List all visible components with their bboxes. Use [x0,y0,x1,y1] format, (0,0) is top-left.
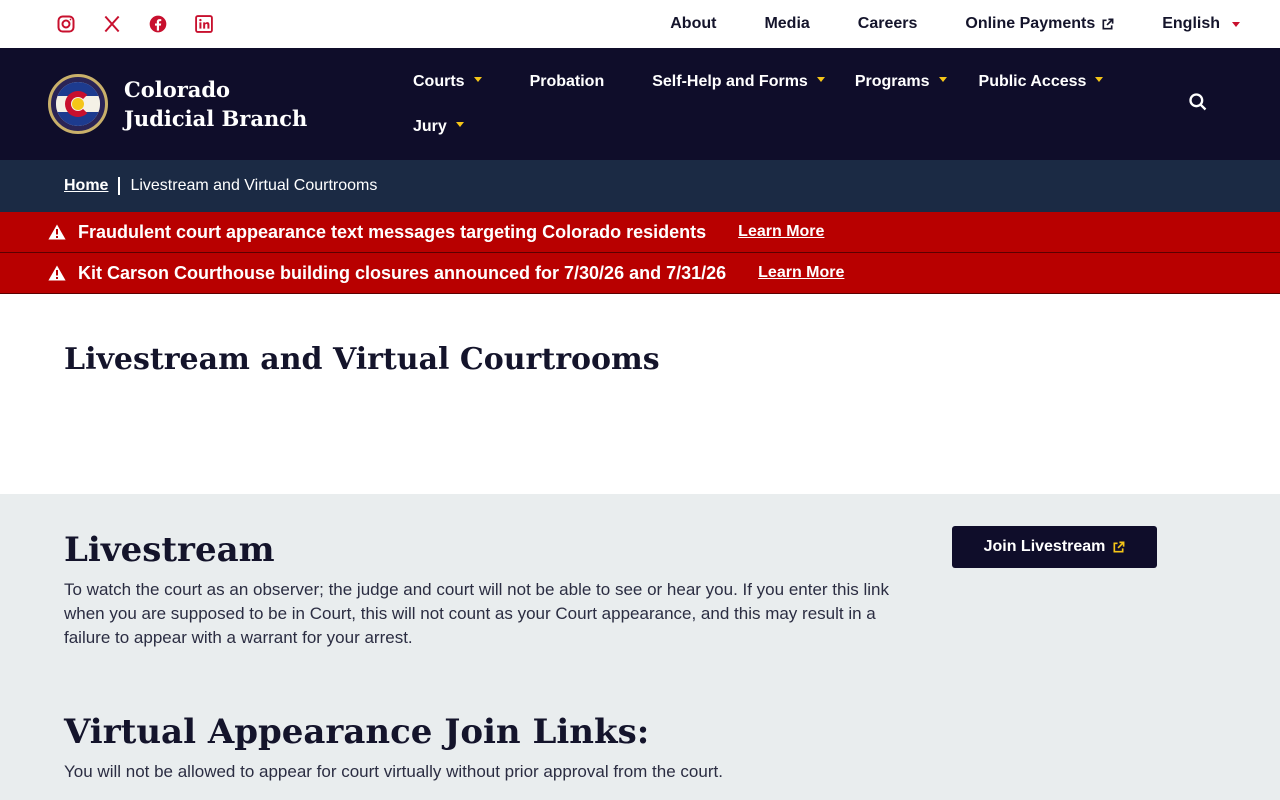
nav-label: Public Access [978,73,1087,90]
chevron-down-icon [816,77,825,82]
alert-message: Kit Carson Courthouse building closures … [78,262,727,283]
main-navigation: Colorado Judicial Branch Courts Probatio… [0,48,1280,160]
breadcrumb-divider [118,177,121,195]
breadcrumb: Home Livestream and Virtual Courtrooms [0,160,1280,212]
chevron-down-icon [1095,77,1104,82]
chevron-down-icon [938,77,947,82]
language-label: English [1162,15,1220,32]
careers-link[interactable]: Careers [858,15,918,33]
alert-banner: Fraudulent court appearance text message… [0,212,1280,253]
nav-label: Self-Help and Forms [652,73,808,90]
alert-learn-more-link[interactable]: Learn More [758,264,844,282]
facebook-icon[interactable] [148,14,168,34]
court-seal-logo [48,74,108,134]
nav-item-public-access[interactable]: Public Access [979,70,1104,114]
nav-label: Jury [413,118,447,135]
alert-banner: Kit Carson Courthouse building closures … [0,253,1280,294]
nav-item-probation[interactable]: Probation [530,70,605,114]
breadcrumb-current: Livestream and Virtual Courtrooms [130,177,378,194]
external-link-icon [1101,18,1114,31]
virtual-appearance-description: You will not be allowed to appear for co… [64,762,723,781]
about-link[interactable]: About [670,15,716,33]
join-livestream-label: Join Livestream [983,538,1106,555]
warning-icon [48,265,66,281]
primary-nav-list: Courts Probation Self-Help and Forms Pro… [413,48,1133,160]
chevron-down-icon [455,122,464,127]
nav-item-courts[interactable]: Courts [413,70,482,114]
join-livestream-button[interactable]: Join Livestream [952,526,1157,568]
instagram-icon[interactable] [56,14,76,34]
main-content: Livestream To watch the court as an obse… [0,494,1280,800]
alert-learn-more-link[interactable]: Learn More [738,223,824,241]
nav-item-programs[interactable]: Programs [855,70,947,114]
virtual-appearance-heading: Virtual Appearance Join Links: [64,712,650,752]
nav-label: Programs [854,73,930,90]
brand-logo-link[interactable]: Colorado Judicial Branch [0,48,365,160]
external-link-icon [1112,541,1125,554]
online-payments-link[interactable]: Online Payments [965,15,1114,33]
nav-label: Probation [529,73,605,90]
virtual-appearance-section: Virtual Appearance Join Links: You will … [64,708,1216,784]
linkedin-icon[interactable] [194,14,214,34]
online-payments-label: Online Payments [965,15,1096,32]
nav-item-jury[interactable]: Jury [413,115,464,159]
brand-name: Colorado Judicial Branch [124,77,308,131]
search-icon [1188,92,1212,112]
x-icon[interactable] [102,14,122,34]
livestream-description: To watch the court as an observer; the j… [64,580,889,647]
page-title: Livestream and Virtual Courtrooms [64,342,660,377]
media-link[interactable]: Media [764,15,809,33]
language-select[interactable]: English [1162,15,1240,33]
chevron-down-icon [1232,21,1240,27]
nav-label: Courts [413,73,465,90]
breadcrumb-home-link[interactable]: Home [64,177,108,195]
page-header: Livestream and Virtual Courtrooms [0,294,1280,494]
chevron-down-icon [473,77,482,82]
utility-bar: About Media Careers Online Payments Engl… [0,0,1280,48]
utility-links: About Media Careers Online Payments Engl… [670,15,1240,33]
search-button[interactable] [1188,92,1212,116]
nav-item-self-help[interactable]: Self-Help and Forms [652,70,825,114]
warning-icon [48,224,66,240]
social-links [56,14,214,34]
alert-message: Fraudulent court appearance text message… [78,221,707,242]
